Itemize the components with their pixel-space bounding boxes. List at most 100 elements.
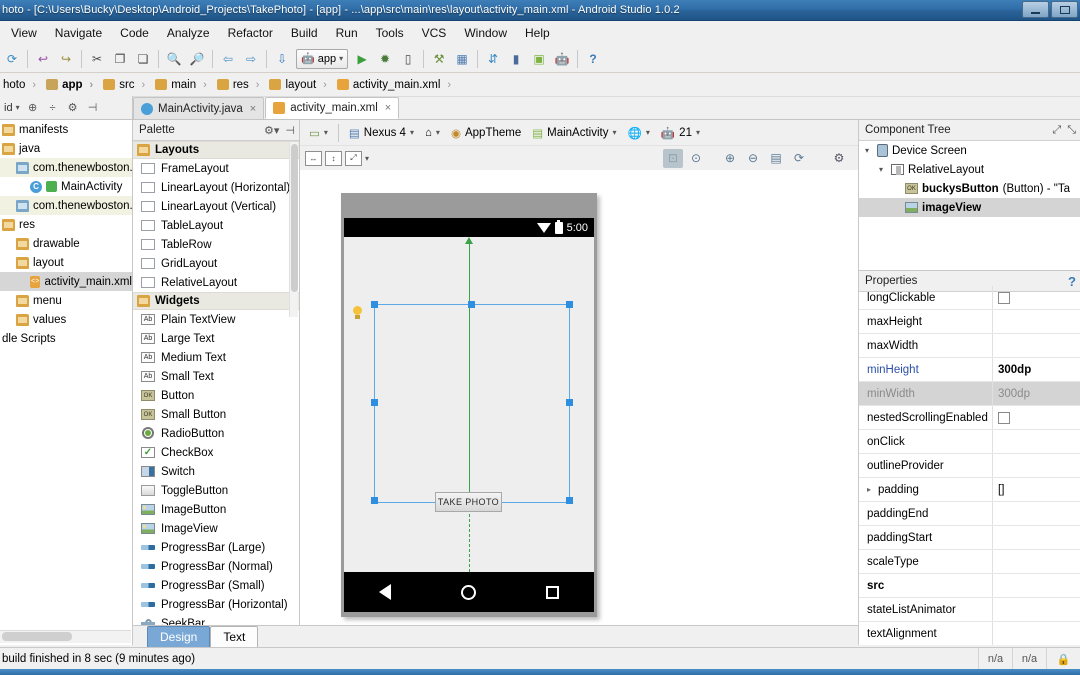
menu-item-build[interactable]: Build bbox=[282, 23, 327, 43]
property-row-maxWidth[interactable]: maxWidth bbox=[859, 334, 1080, 358]
property-row-paddingStart[interactable]: paddingStart bbox=[859, 526, 1080, 550]
property-row-minWidth[interactable]: minWidth 300dp bbox=[859, 382, 1080, 406]
refresh-icon[interactable]: ⟳ bbox=[789, 149, 809, 168]
component-tree-row-RelativeLayout[interactable]: ▾ RelativeLayout bbox=[859, 160, 1080, 179]
nav-recents-icon[interactable] bbox=[546, 585, 559, 599]
take-photo-button[interactable]: TAKE PHOTO bbox=[435, 492, 502, 512]
editor-tab-MainActivity-java[interactable]: MainActivity.java × bbox=[133, 97, 265, 119]
compile-icon[interactable]: ⇩ bbox=[271, 48, 293, 70]
component-tree-row-imageView[interactable]: imageView bbox=[859, 198, 1080, 217]
resize-handle-middle-right[interactable] bbox=[566, 399, 573, 406]
palette-item-Small-Text[interactable]: Ab Small Text bbox=[133, 367, 299, 386]
palette-scrollbar[interactable] bbox=[289, 142, 298, 317]
palette-list[interactable]: Layouts FrameLayout LinearLayout (Horizont… bbox=[133, 141, 299, 625]
copy-icon[interactable]: ❐ bbox=[109, 48, 131, 70]
run-icon[interactable]: ▶ bbox=[351, 48, 373, 70]
tree-row-MainActivity[interactable]: C MainActivity bbox=[0, 177, 132, 196]
resize-handle-bottom-right[interactable] bbox=[566, 497, 573, 504]
resize-handle-middle-left[interactable] bbox=[371, 399, 378, 406]
palette-group-layouts[interactable]: Layouts bbox=[133, 141, 299, 159]
palette-item-ImageButton[interactable]: ImageButton bbox=[133, 500, 299, 519]
zoom-out-icon[interactable]: ⊖ bbox=[743, 149, 763, 168]
theme-selector[interactable]: ◉ AppTheme bbox=[447, 124, 525, 142]
resize-handle-bottom-left[interactable] bbox=[371, 497, 378, 504]
tree-row-values[interactable]: values bbox=[0, 310, 132, 329]
align-horizontal-icon[interactable]: ↔ bbox=[305, 150, 322, 166]
palette-item-TableRow[interactable]: TableRow bbox=[133, 235, 299, 254]
avd-create-icon[interactable]: ▣ bbox=[528, 48, 550, 70]
palette-item-RelativeLayout[interactable]: RelativeLayout bbox=[133, 273, 299, 292]
resize-handle-top-left[interactable] bbox=[371, 301, 378, 308]
palette-item-ImageView[interactable]: ImageView bbox=[133, 519, 299, 538]
navigate-forward-icon[interactable]: ⇨ bbox=[240, 48, 262, 70]
palette-item-ToggleButton[interactable]: ToggleButton bbox=[133, 481, 299, 500]
tree-row-java[interactable]: java bbox=[0, 139, 132, 158]
zoom-actual-size-icon[interactable]: ⊙ bbox=[686, 149, 706, 168]
property-value[interactable] bbox=[992, 286, 1080, 309]
collapse-all-icon[interactable]: ⤡ bbox=[1067, 124, 1076, 137]
property-value[interactable] bbox=[992, 430, 1080, 453]
zoom-to-fit-icon[interactable]: ⊡ bbox=[663, 148, 683, 168]
menu-item-window[interactable]: Window bbox=[455, 23, 516, 43]
properties-panel[interactable]: Properties ? longClickable maxHeight maxWi… bbox=[858, 270, 1080, 645]
nav-home-icon[interactable] bbox=[461, 584, 476, 600]
collapse-all-icon[interactable]: ÷ bbox=[44, 99, 62, 117]
gear-icon[interactable]: ⚙▾ bbox=[264, 124, 279, 137]
android-monitor-icon[interactable]: ▮ bbox=[505, 48, 527, 70]
palette-item-Switch[interactable]: Switch bbox=[133, 462, 299, 481]
property-value[interactable] bbox=[992, 574, 1080, 597]
palette-item-RadioButton[interactable]: RadioButton bbox=[133, 424, 299, 443]
navigate-back-icon[interactable]: ⇦ bbox=[217, 48, 239, 70]
component-tree-row-buckysButton[interactable]: OK buckysButton (Button) - "Ta bbox=[859, 179, 1080, 198]
property-row-scaleType[interactable]: scaleType bbox=[859, 550, 1080, 574]
project-tree-panel[interactable]: manifests java com.thenewboston.tak C MainAc… bbox=[0, 120, 133, 645]
breadcrumb-item-res[interactable]: res › bbox=[214, 79, 267, 91]
android-device-icon[interactable]: 🤖 bbox=[551, 48, 573, 70]
property-value[interactable] bbox=[992, 550, 1080, 573]
palette-item-ProgressBar--Normal-[interactable]: ProgressBar (Normal) bbox=[133, 557, 299, 576]
run-configuration-selector[interactable]: 🤖 app ▾ bbox=[296, 48, 349, 69]
property-row-textAlignment[interactable]: textAlignment bbox=[859, 622, 1080, 645]
palette-item-SeekBar[interactable]: SeekBar bbox=[133, 614, 299, 625]
hide-panel-icon[interactable]: ⊣ bbox=[84, 99, 102, 117]
component-tree-row-Device-Screen[interactable]: ▾ Device Screen bbox=[859, 141, 1080, 160]
tree-row-manifests[interactable]: manifests bbox=[0, 120, 132, 139]
undo-icon[interactable]: ↩ bbox=[32, 48, 54, 70]
screenshot-icon[interactable]: ▤ bbox=[766, 149, 786, 168]
palette-item-ProgressBar--Large-[interactable]: ProgressBar (Large) bbox=[133, 538, 299, 557]
maximize-button[interactable] bbox=[1051, 1, 1078, 18]
property-value[interactable] bbox=[992, 406, 1080, 429]
attach-debugger-icon[interactable]: ▯ bbox=[397, 48, 419, 70]
debug-icon[interactable]: ✹ bbox=[374, 48, 396, 70]
redo-icon[interactable]: ↪ bbox=[55, 48, 77, 70]
menu-item-help[interactable]: Help bbox=[516, 23, 559, 43]
tree-row-com-thenewboston-tak[interactable]: com.thenewboston.tak bbox=[0, 158, 132, 177]
component-tree-panel[interactable]: Component Tree ⤢ ⤡ ▾ Device Screen ▾ Relati… bbox=[858, 120, 1080, 270]
menu-item-navigate[interactable]: Navigate bbox=[46, 23, 111, 43]
palette-item-Medium-Text[interactable]: Ab Medium Text bbox=[133, 348, 299, 367]
avd-manager-icon[interactable]: ▦ bbox=[451, 48, 473, 70]
tree-row-res[interactable]: res bbox=[0, 215, 132, 234]
replace-icon[interactable]: 🔎 bbox=[186, 48, 208, 70]
gear-icon[interactable]: ⚙ bbox=[64, 99, 82, 117]
palette-item-LinearLayout--Vertical-[interactable]: LinearLayout (Vertical) bbox=[133, 197, 299, 216]
palette-item-ProgressBar--Horizontal-[interactable]: ProgressBar (Horizontal) bbox=[133, 595, 299, 614]
minimize-button[interactable] bbox=[1022, 1, 1049, 18]
twisty-icon[interactable]: ▸ bbox=[867, 485, 875, 494]
breadcrumb-item-app[interactable]: app › bbox=[43, 79, 100, 91]
palette-group-widgets[interactable]: Widgets bbox=[133, 292, 299, 310]
expand-both-icon[interactable]: ⤢ bbox=[345, 150, 362, 166]
locale-selector[interactable]: 🌐 ▾ bbox=[624, 124, 654, 142]
device-selector[interactable]: ▤ Nexus 4 ▾ bbox=[345, 124, 418, 142]
tab-text[interactable]: Text bbox=[210, 625, 259, 648]
selected-imageview-bounds[interactable] bbox=[374, 304, 570, 503]
properties-list[interactable]: longClickable maxHeight maxWidth minHeight 3… bbox=[859, 286, 1080, 645]
status-lock-icon[interactable]: 🔒 bbox=[1046, 648, 1080, 670]
align-vertical-icon[interactable]: ↕ bbox=[325, 150, 342, 166]
help-icon[interactable]: ? bbox=[582, 48, 604, 70]
palette-item-GridLayout[interactable]: GridLayout bbox=[133, 254, 299, 273]
close-icon[interactable]: × bbox=[385, 102, 391, 114]
palette-item-ProgressBar--Small-[interactable]: ProgressBar (Small) bbox=[133, 576, 299, 595]
breadcrumb-item-layout[interactable]: layout › bbox=[266, 79, 333, 91]
property-row-outlineProvider[interactable]: outlineProvider bbox=[859, 454, 1080, 478]
